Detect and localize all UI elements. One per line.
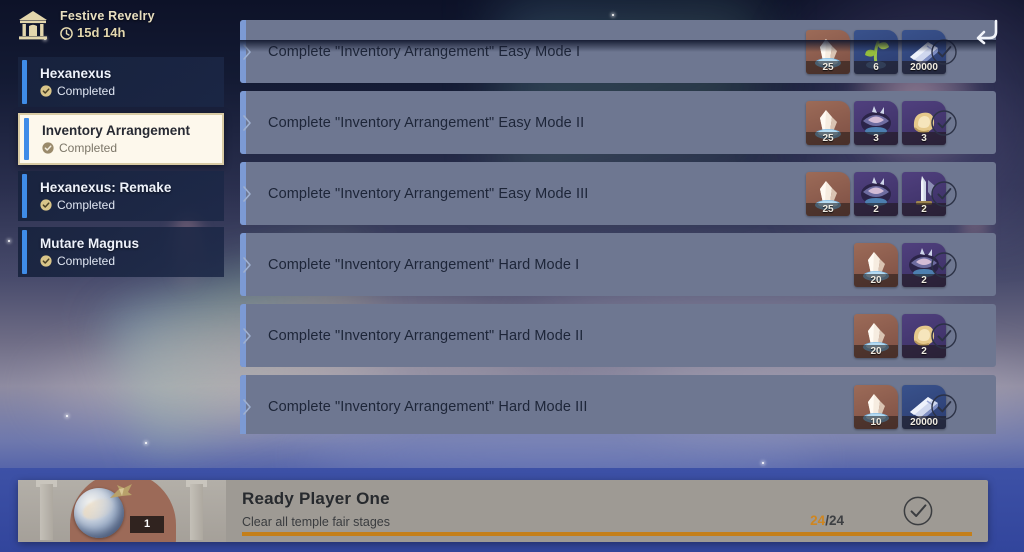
sidebar-item-status-label: Completed <box>57 84 116 98</box>
task-row[interactable]: Complete "Inventory Arrangement" Hard Mo… <box>240 233 996 296</box>
task-claim-button[interactable] <box>930 180 958 208</box>
reward-item[interactable]: 20 <box>854 313 898 358</box>
milestone-reward-count: 1 <box>130 516 164 533</box>
header-bar: Festive Revelry 15d 14h <box>0 0 1024 50</box>
task-claim-button[interactable] <box>930 393 958 421</box>
background-star <box>762 462 764 464</box>
sidebar-item-label: Hexanexus: Remake <box>40 180 172 195</box>
milestone-texts: Ready Player One Clear all temple fair s… <box>242 480 972 542</box>
check-badge-icon <box>40 199 52 211</box>
chevron-right-icon <box>243 256 251 273</box>
check-circle-icon <box>931 109 957 136</box>
reward-item[interactable]: 25 <box>806 171 850 216</box>
task-rewards: 25 3 3 <box>806 100 946 145</box>
reward-item[interactable]: 3 <box>854 100 898 145</box>
milestone-claim-button[interactable] <box>902 495 934 527</box>
reward-count: 6 <box>854 60 898 74</box>
reward-count: 3 <box>854 131 898 145</box>
sidebar-item-status-label: Completed <box>57 254 116 268</box>
background-star <box>66 415 68 417</box>
chevron-right-icon <box>243 185 251 202</box>
sidebar-accent-bar <box>22 174 27 218</box>
event-title: Festive Revelry <box>60 9 155 24</box>
sidebar-item-label: Hexanexus <box>40 66 112 81</box>
check-circle-icon <box>931 180 957 207</box>
milestone-banner[interactable]: 1 Ready Player One Clear all temple fair… <box>18 480 988 542</box>
sidebar-accent-bar <box>22 60 27 104</box>
clock-icon <box>60 26 73 40</box>
check-circle-icon <box>931 322 957 349</box>
task-label: Complete "Inventory Arrangement" Hard Mo… <box>268 327 584 344</box>
reward-count: 20 <box>854 344 898 358</box>
header-texts: Festive Revelry 15d 14h <box>60 9 155 40</box>
sidebar-accent-bar <box>24 118 29 160</box>
milestone-progress-fill <box>242 532 972 536</box>
reward-item[interactable]: 20 <box>854 242 898 287</box>
background-star <box>145 442 147 444</box>
check-circle-icon <box>931 251 957 278</box>
reward-count: 2 <box>854 202 898 216</box>
chevron-right-icon <box>243 327 251 344</box>
chevron-right-icon <box>243 114 251 131</box>
sidebar-item-status-label: Completed <box>57 198 116 212</box>
milestone-progress-text: 24/24 <box>810 513 844 528</box>
task-label: Complete "Inventory Arrangement" Hard Mo… <box>268 398 588 415</box>
milestone-progress-current: 24 <box>810 513 826 528</box>
task-label: Complete "Inventory Arrangement" Easy Mo… <box>268 114 585 131</box>
task-row[interactable]: Complete "Inventory Arrangement" Hard Mo… <box>240 375 996 434</box>
sidebar-item-inventory-arrangement[interactable]: Inventory Arrangement Completed <box>18 113 224 165</box>
game-screen: Festive Revelry 15d 14h Hexanexus Comple… <box>0 0 1024 552</box>
task-label: Complete "Inventory Arrangement" Easy Mo… <box>268 185 589 202</box>
milestone-progress-total: 24 <box>828 513 844 528</box>
sidebar-item-status: Completed <box>40 198 224 212</box>
event-timer-value: 15d 14h <box>77 24 126 40</box>
check-badge-icon <box>40 85 52 97</box>
task-label: Complete "Inventory Arrangement" Hard Mo… <box>268 256 580 273</box>
sidebar-item-status: Completed <box>40 84 224 98</box>
milestone-progress-track <box>242 532 972 536</box>
reward-count: 25 <box>806 60 850 74</box>
sidebar-item-label: Inventory Arrangement <box>42 123 191 138</box>
task-claim-button[interactable] <box>930 109 958 137</box>
temple-icon <box>19 11 47 40</box>
check-circle-icon <box>931 393 957 420</box>
task-list[interactable]: Complete "Inventory Arrangement" Easy Mo… <box>240 20 996 434</box>
check-badge-icon <box>40 255 52 267</box>
task-row[interactable]: Complete "Inventory Arrangement" Easy Mo… <box>240 91 996 154</box>
reward-count: 25 <box>806 131 850 145</box>
check-badge-icon <box>42 142 54 154</box>
milestone-column <box>40 484 53 540</box>
reward-count: 10 <box>854 415 898 429</box>
task-rewards: 25 2 2 <box>806 171 946 216</box>
task-claim-button[interactable] <box>930 322 958 350</box>
milestone-reward-art: 1 <box>18 480 226 542</box>
sidebar-item-hexanexus[interactable]: Hexanexus Completed <box>18 57 224 107</box>
task-row[interactable]: Complete "Inventory Arrangement" Easy Mo… <box>240 162 996 225</box>
event-timer: 15d 14h <box>60 24 155 41</box>
back-button[interactable] <box>970 14 1004 46</box>
check-circle-icon <box>903 496 933 526</box>
background-star <box>8 240 10 242</box>
milestone-title: Ready Player One <box>242 489 390 508</box>
sidebar-item-mutare-magnus[interactable]: Mutare Magnus Completed <box>18 227 224 277</box>
sidebar-accent-bar <box>22 230 27 274</box>
task-claim-button[interactable] <box>930 251 958 279</box>
reward-item[interactable]: 10 <box>854 384 898 429</box>
back-arrow-icon <box>976 19 998 45</box>
sidebar-item-hexanexus-remake[interactable]: Hexanexus: Remake Completed <box>18 171 224 221</box>
sidebar-item-status: Completed <box>42 141 222 155</box>
crown-ornament-icon <box>110 484 132 498</box>
stage-sidebar: Hexanexus Completed Inventory Arrangemen… <box>18 57 224 283</box>
reward-count: 25 <box>806 202 850 216</box>
sidebar-item-label: Mutare Magnus <box>40 236 140 251</box>
reward-item[interactable]: 2 <box>854 171 898 216</box>
milestone-subtitle: Clear all temple fair stages <box>242 515 390 529</box>
task-row[interactable]: Complete "Inventory Arrangement" Hard Mo… <box>240 304 996 367</box>
chevron-right-icon <box>243 398 251 415</box>
sidebar-item-status-label: Completed <box>59 141 118 155</box>
reward-item[interactable]: 25 <box>806 100 850 145</box>
milestone-column <box>190 484 203 540</box>
sidebar-item-status: Completed <box>40 254 224 268</box>
reward-count: 20 <box>854 273 898 287</box>
